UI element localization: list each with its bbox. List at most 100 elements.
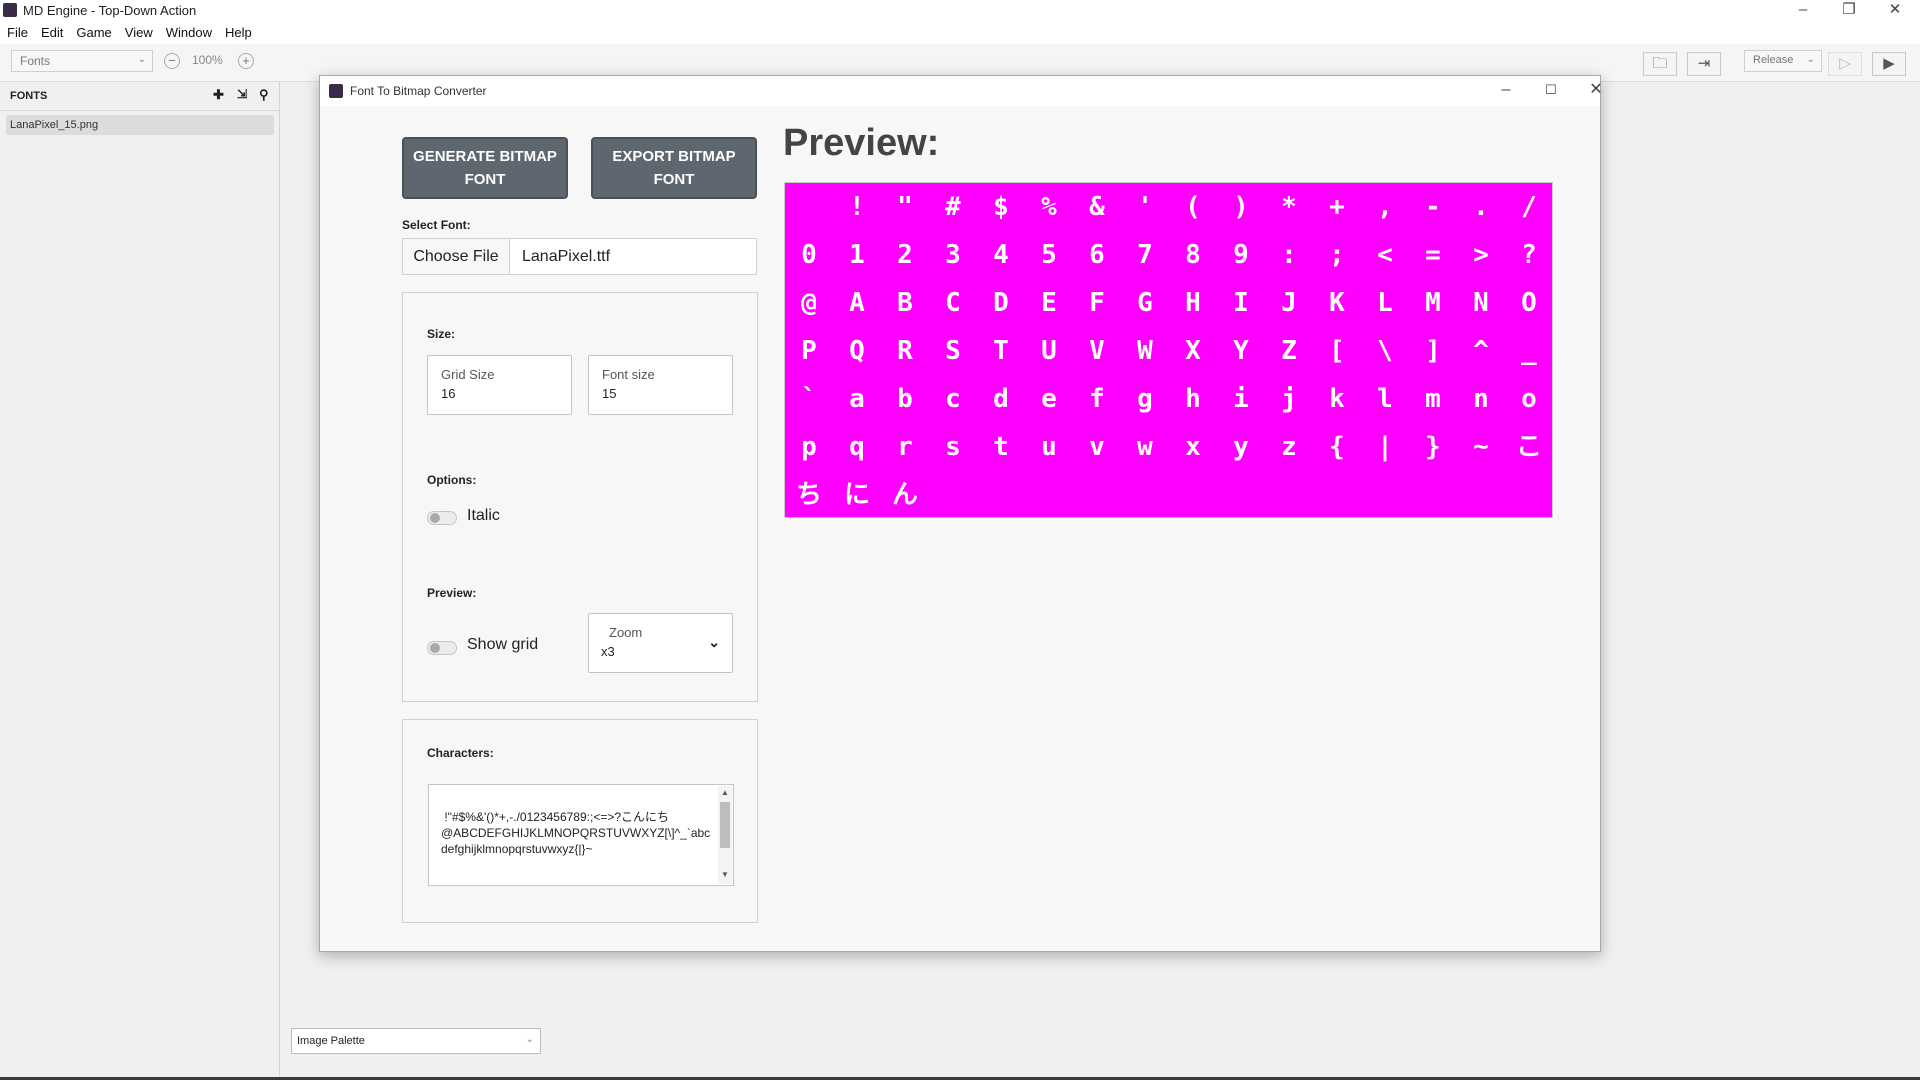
generate-bitmap-font-button[interactable]: GENERATE BITMAP FONT [402, 137, 568, 199]
preview-glyph: W [1137, 336, 1153, 366]
folder-icon: 🗀 [1652, 55, 1668, 72]
bitmap-preview: ! " # $% & ' () * +, -. / 0 1 2 3 4 5 6 7 8 9:; < = >? @ A B C D E F G H… [784, 182, 1553, 518]
preview-glyph: K [1329, 288, 1345, 318]
app-title: MD Engine - Top-Down Action [23, 3, 197, 18]
preview-glyph: \ [1377, 336, 1393, 366]
preview-glyph: T [993, 336, 1009, 366]
italic-label: Italic [467, 507, 500, 524]
preview-glyph: ち [795, 480, 822, 510]
preview-options-label: Preview: [427, 586, 477, 600]
font-list-item[interactable]: LanaPixel_15.png [6, 115, 274, 135]
preview-glyph: ん [891, 480, 918, 510]
minimize-button[interactable]: – [1780, 0, 1826, 22]
search-icon[interactable]: ⚲ [259, 87, 269, 103]
preview-glyph: 0 [801, 240, 817, 270]
italic-toggle[interactable] [427, 511, 457, 525]
preview-glyph: v [1089, 432, 1105, 462]
menu-view[interactable]: View [118, 22, 159, 40]
font-size-field[interactable]: Font size 15 [588, 355, 733, 415]
preview-glyph: 4 [993, 240, 1009, 270]
show-grid-toggle[interactable] [427, 641, 457, 655]
preview-glyph: % [1041, 192, 1057, 222]
preview-glyph: C [945, 288, 961, 318]
preview-glyph: ] [1425, 336, 1441, 366]
import-icon[interactable]: ⇲ [237, 87, 247, 101]
choose-file-button[interactable]: Choose File [403, 239, 510, 274]
toggle-knob [430, 513, 440, 523]
menu-window[interactable]: Window [159, 22, 218, 40]
dialog-maximize-button[interactable]: ☐ [1531, 80, 1571, 102]
preview-glyph: : [1281, 240, 1297, 270]
zoom-out-button[interactable]: − [164, 53, 180, 69]
preview-glyph: に [843, 480, 870, 510]
preview-glyph: " [897, 192, 913, 222]
chevron-down-icon: ⌄ [708, 634, 720, 650]
characters-textarea[interactable]: !"#$%&'()*+,-./0123456789:;<=>?こんにち @ABC… [428, 784, 734, 886]
preview-glyph: l [1377, 384, 1393, 414]
run-button[interactable]: ▶ [1872, 52, 1906, 76]
preview-glyph: R [897, 336, 913, 366]
image-palette-select[interactable]: Image Palette ⌄ [291, 1028, 541, 1054]
preview-glyph: i [1233, 384, 1249, 414]
preview-glyph: N [1473, 288, 1489, 318]
preview-glyph: X [1185, 336, 1201, 366]
zoom-select[interactable]: Zoom x3 ⌄ [588, 613, 733, 673]
preview-glyph: x [1185, 432, 1201, 462]
preview-glyph: ; [1329, 240, 1345, 270]
open-folder-button[interactable]: 🗀 [1643, 52, 1677, 76]
zoom-in-button[interactable]: + [238, 53, 254, 69]
scrollbar-thumb[interactable] [720, 802, 730, 848]
close-button[interactable]: ✕ [1872, 0, 1918, 22]
preview-title: Preview: [783, 122, 940, 164]
menu-help[interactable]: Help [218, 22, 258, 40]
font-file-input[interactable]: Choose File LanaPixel.ttf [402, 238, 757, 275]
preview-glyph: ( [1185, 192, 1201, 222]
preview-glyph: } [1425, 432, 1441, 462]
dialog-close-button[interactable]: ✕ [1576, 80, 1616, 102]
preview-glyph: ` [801, 384, 817, 414]
preview-glyph: > [1473, 240, 1489, 270]
menu-edit[interactable]: Edit [34, 22, 69, 40]
show-grid-label: Show grid [467, 636, 539, 653]
size-label: Size: [427, 327, 456, 341]
restore-button[interactable]: ❐ [1826, 0, 1872, 22]
chevron-down-icon: ⌄ [1806, 54, 1815, 65]
preview-glyph: w [1137, 432, 1153, 462]
preview-glyph: h [1185, 384, 1201, 414]
preview-glyph: I [1233, 288, 1249, 318]
preview-glyph: + [1329, 192, 1345, 222]
preview-glyph: y [1233, 432, 1249, 462]
preview-glyph: こ [1515, 432, 1542, 462]
preview-glyph: Y [1233, 336, 1249, 366]
characters-label: Characters: [427, 746, 494, 760]
dialog-app-icon [329, 84, 343, 98]
build-config-value: Release [1753, 54, 1794, 66]
preview-glyph: B [897, 288, 913, 318]
preview-glyph: V [1089, 336, 1105, 366]
scroll-down-icon[interactable]: ▼ [721, 870, 729, 879]
export-bitmap-font-button[interactable]: EXPORT BITMAP FONT [591, 137, 757, 199]
editor-select[interactable]: Fonts ⌄ [11, 50, 153, 72]
scroll-up-icon[interactable]: ▲ [721, 788, 729, 797]
menu-file[interactable]: File [0, 22, 34, 40]
preview-glyph: ? [1521, 240, 1537, 270]
play-outline-icon: ▷ [1839, 55, 1851, 72]
menu-game[interactable]: Game [69, 22, 117, 40]
build-config-select[interactable]: Release ⌄ [1744, 50, 1822, 72]
grid-size-value: 16 [441, 386, 456, 401]
preview-glyph: z [1281, 432, 1297, 462]
preview-glyph: F [1089, 288, 1105, 318]
preview-glyph: , [1377, 192, 1393, 222]
preview-glyph: [ [1329, 336, 1345, 366]
preview-glyph: k [1329, 384, 1345, 414]
run-disabled-button[interactable]: ▷ [1828, 52, 1862, 76]
dialog-minimize-button[interactable]: – [1486, 80, 1526, 102]
font-size-label: Font size [602, 367, 655, 382]
characters-text: !"#$%&'()*+,-./0123456789:;<=>?こんにち @ABC… [441, 810, 711, 856]
add-icon[interactable]: ✚ [213, 87, 224, 103]
font-converter-dialog: Font To Bitmap Converter – ☐ ✕ GENERATE … [319, 75, 1603, 952]
zoom-label: Zoom [609, 625, 643, 640]
textarea-scrollbar[interactable]: ▲ ▼ [718, 786, 732, 884]
export-button[interactable]: ⇥ [1687, 52, 1721, 76]
grid-size-field[interactable]: Grid Size 16 [427, 355, 572, 415]
